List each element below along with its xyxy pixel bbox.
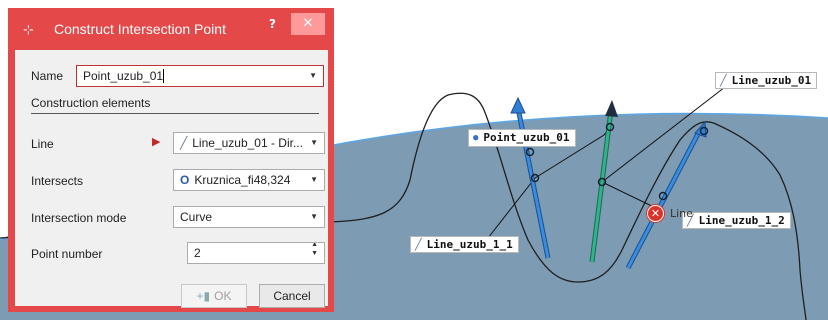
chevron-down-icon[interactable]: ▼: [310, 170, 318, 190]
chevron-down-icon[interactable]: ▼: [310, 133, 318, 153]
ok-button[interactable]: +▮ OK: [181, 284, 247, 308]
point-icon: ●: [473, 133, 479, 143]
point-number-value: 2: [194, 246, 201, 260]
spin-arrows-icon[interactable]: ▲ ▼: [311, 243, 318, 258]
label-text: Point_uzub_01: [483, 131, 570, 144]
intersects-value: Kruznica_fi48,324: [194, 173, 291, 187]
vector-arrowhead: [510, 96, 526, 114]
line-value: Line_uzub_01 - Dir...: [192, 136, 303, 150]
name-field[interactable]: Point_uzub_01 ▼: [76, 65, 324, 87]
line-label: Line: [31, 137, 54, 151]
label-text: Line_uzub_01: [731, 74, 812, 87]
construct-intersection-point-dialog: ⊹ Construct Intersection Point ? ✕ Name …: [8, 8, 334, 312]
error-icon[interactable]: ✕: [647, 205, 664, 222]
required-arrow-icon: ▶: [152, 136, 161, 148]
dialog-title: Construct Intersection Point: [54, 21, 226, 37]
chevron-down-icon[interactable]: ▼: [309, 66, 317, 86]
label-point-uzub-01[interactable]: ● Point_uzub_01: [468, 129, 576, 147]
chevron-down-icon[interactable]: ▼: [310, 207, 318, 227]
ok-label: OK: [214, 289, 232, 303]
help-button[interactable]: ?: [269, 17, 276, 31]
ok-icon: +▮: [196, 289, 211, 303]
intersection-point-icon: ⊹: [23, 23, 34, 38]
dialog-titlebar[interactable]: ⊹ Construct Intersection Point ? ✕: [8, 8, 334, 50]
point-number-spinbox[interactable]: 2 ▲ ▼: [187, 242, 325, 264]
line-select[interactable]: ╱ Line_uzub_01 - Dir... ▼: [173, 132, 325, 154]
cancel-label: Cancel: [273, 289, 311, 303]
mode-value: Curve: [180, 210, 213, 224]
label-line-uzub-01[interactable]: ╱ Line_uzub_01: [715, 72, 818, 89]
label-text: Line_uzub_1_2: [698, 214, 785, 227]
mode-label: Intersection mode: [31, 211, 127, 225]
close-button[interactable]: ✕: [291, 13, 325, 35]
section-divider: [31, 113, 319, 114]
cancel-button[interactable]: Cancel: [259, 284, 325, 308]
dialog-body: Name Point_uzub_01 ▼ Construction elemen…: [15, 50, 328, 308]
line-icon: ╱: [180, 136, 188, 150]
point-number-label: Point number: [31, 247, 103, 261]
line-icon: ╱: [415, 238, 422, 251]
close-icon: ✕: [302, 16, 314, 31]
intersects-label: Intersects: [31, 174, 84, 188]
label-line-uzub-1-1[interactable]: ╱ Line_uzub_1_1: [410, 236, 519, 253]
intersection-mode-select[interactable]: Curve ▼: [173, 206, 325, 228]
circle-icon: O: [180, 173, 190, 187]
intersects-select[interactable]: O Kruznica_fi48,324 ▼: [173, 169, 325, 191]
line-icon: ╱: [720, 74, 727, 87]
label-text: Line_uzub_1_1: [426, 238, 513, 251]
name-label: Name: [31, 69, 64, 83]
hover-line-label: Line: [670, 207, 693, 220]
section-title: Construction elements: [31, 96, 151, 110]
label-line-uzub-1-2[interactable]: ╱ Line_uzub_1_2: [682, 212, 791, 229]
name-value: Point_uzub_01: [83, 69, 164, 83]
vector-arrowhead: [605, 100, 618, 117]
